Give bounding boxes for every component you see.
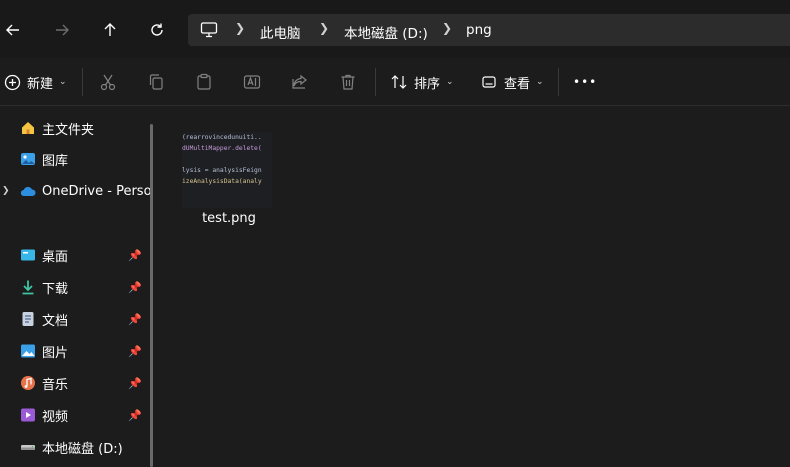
- chevron-down-icon: ⌄: [446, 77, 454, 87]
- chevron-right-icon: ❯: [235, 21, 246, 35]
- cut-icon: [100, 74, 116, 91]
- computer-icon: [200, 22, 218, 38]
- breadcrumb-this-pc[interactable]: 此电脑: [260, 22, 301, 42]
- file-list: (rearrovincedunuiti.. dUMultiMapper.dele…: [160, 106, 790, 467]
- toolbar-divider: [375, 68, 376, 96]
- pictures-icon: [21, 344, 35, 358]
- sidebar-item-documents[interactable]: 文档 📌: [0, 305, 150, 333]
- copy-icon: [149, 74, 163, 90]
- share-icon: [292, 74, 307, 89]
- view-button[interactable]: 查看 ⌄: [480, 70, 544, 94]
- videos-icon: [21, 408, 35, 422]
- sidebar-item-downloads[interactable]: 下载 📌: [0, 273, 150, 301]
- file-name: test.png: [202, 211, 256, 226]
- chevron-right-icon: ❯: [442, 21, 453, 35]
- delete-button[interactable]: [339, 70, 357, 94]
- rename-icon: [243, 75, 261, 89]
- pin-icon[interactable]: 📌: [128, 281, 142, 294]
- sidebar-item-label: 主文件夹: [42, 122, 95, 138]
- sidebar-item-gallery[interactable]: 图库: [0, 145, 150, 173]
- command-toolbar: 新建 ⌄ 排序 ⌄ 查看 ⌄ •••: [0, 58, 790, 106]
- home-icon: [22, 122, 34, 134]
- sidebar-item-onedrive[interactable]: ❯ OneDrive - Perso: [0, 177, 152, 205]
- preview-line: (rearrovincedunuiti..: [182, 134, 262, 141]
- desktop-icon: [21, 249, 35, 261]
- chevron-right-icon: ❯: [319, 21, 330, 35]
- new-button[interactable]: 新建 ⌄: [4, 70, 67, 94]
- view-label: 查看: [504, 76, 531, 92]
- paste-icon: [197, 73, 211, 90]
- trash-icon: [341, 74, 355, 90]
- sidebar-item-label: 图片: [42, 345, 69, 361]
- up-arrow-icon: [104, 23, 116, 36]
- sidebar-item-label: 下载: [42, 281, 69, 297]
- preview-line: izeAnalysisData(analy: [182, 178, 262, 185]
- file-thumbnail: (rearrovincedunuiti.. dUMultiMapper.dele…: [182, 132, 272, 208]
- cut-button[interactable]: [99, 70, 117, 94]
- sidebar-item-music[interactable]: 音乐 📌: [0, 369, 150, 397]
- forward-button[interactable]: [45, 13, 79, 47]
- back-button[interactable]: [0, 13, 30, 47]
- sidebar-item-label: 视频: [42, 409, 69, 425]
- refresh-button[interactable]: [140, 13, 174, 47]
- share-button[interactable]: [291, 70, 309, 94]
- toolbar-divider: [558, 68, 559, 96]
- sidebar-item-label: 桌面: [42, 249, 69, 265]
- preview-line: [182, 154, 272, 165]
- more-options-button[interactable]: •••: [573, 70, 597, 94]
- sidebar-item-label: 图库: [42, 153, 69, 169]
- pin-icon[interactable]: 📌: [128, 377, 142, 390]
- plus-circle-icon: [4, 74, 21, 90]
- sidebar-item-label: 音乐: [42, 377, 69, 393]
- toolbar-divider: [82, 68, 83, 96]
- up-button[interactable]: [93, 13, 127, 47]
- rename-button[interactable]: [243, 70, 261, 94]
- pin-icon[interactable]: 📌: [128, 313, 142, 326]
- sort-button[interactable]: 排序 ⌄: [390, 70, 454, 94]
- sidebar-item-local-disk[interactable]: 本地磁盘 (D:): [0, 433, 150, 461]
- refresh-icon: [151, 23, 163, 36]
- sidebar-item-label: 本地磁盘 (D:): [42, 441, 123, 457]
- sidebar-item-desktop[interactable]: 桌面 📌: [0, 241, 150, 269]
- download-icon: [22, 280, 34, 295]
- pin-icon[interactable]: 📌: [128, 409, 142, 422]
- sidebar-item-label: 文档: [42, 313, 69, 329]
- sidebar-item-home[interactable]: 主文件夹: [0, 114, 150, 142]
- documents-icon: [22, 312, 34, 326]
- gallery-icon: [21, 153, 35, 165]
- forward-arrow-icon: [56, 24, 69, 36]
- sort-icon: [391, 75, 407, 89]
- breadcrumb-png[interactable]: png: [466, 22, 492, 38]
- copy-button[interactable]: [147, 70, 165, 94]
- chevron-right-icon[interactable]: ❯: [2, 186, 10, 196]
- navigation-bar: ❯ 此电脑 ❯ 本地磁盘 (D:) ❯ png: [0, 0, 790, 58]
- sidebar-item-pictures[interactable]: 图片 📌: [0, 337, 150, 365]
- view-icon: [482, 76, 496, 88]
- sidebar-scrollbar[interactable]: [150, 124, 153, 467]
- paste-button[interactable]: [195, 70, 213, 94]
- sidebar-item-label: OneDrive - Perso: [42, 183, 152, 199]
- sidebar-item-videos[interactable]: 视频 📌: [0, 401, 150, 429]
- pin-icon[interactable]: 📌: [128, 249, 142, 262]
- drive-icon: [21, 445, 35, 450]
- more-icon: •••: [573, 75, 598, 89]
- navigation-pane: 主文件夹 图库 ❯ OneDrive - Perso 桌面 📌 下载 📌 文档 …: [0, 106, 153, 467]
- music-icon: [21, 376, 35, 390]
- chevron-down-icon: ⌄: [536, 77, 544, 87]
- new-label: 新建: [27, 76, 54, 92]
- address-bar[interactable]: ❯ 此电脑 ❯ 本地磁盘 (D:) ❯ png: [188, 14, 790, 46]
- preview-line: lysis = analysisFeign: [182, 167, 262, 174]
- sort-label: 排序: [414, 76, 441, 92]
- chevron-down-icon: ⌄: [59, 77, 67, 87]
- onedrive-icon: [20, 186, 36, 197]
- back-arrow-icon: [6, 24, 19, 36]
- breadcrumb-local-disk[interactable]: 本地磁盘 (D:): [344, 22, 428, 42]
- pin-icon[interactable]: 📌: [128, 345, 142, 358]
- preview-line: dUMultiMapper.delete(: [182, 145, 262, 152]
